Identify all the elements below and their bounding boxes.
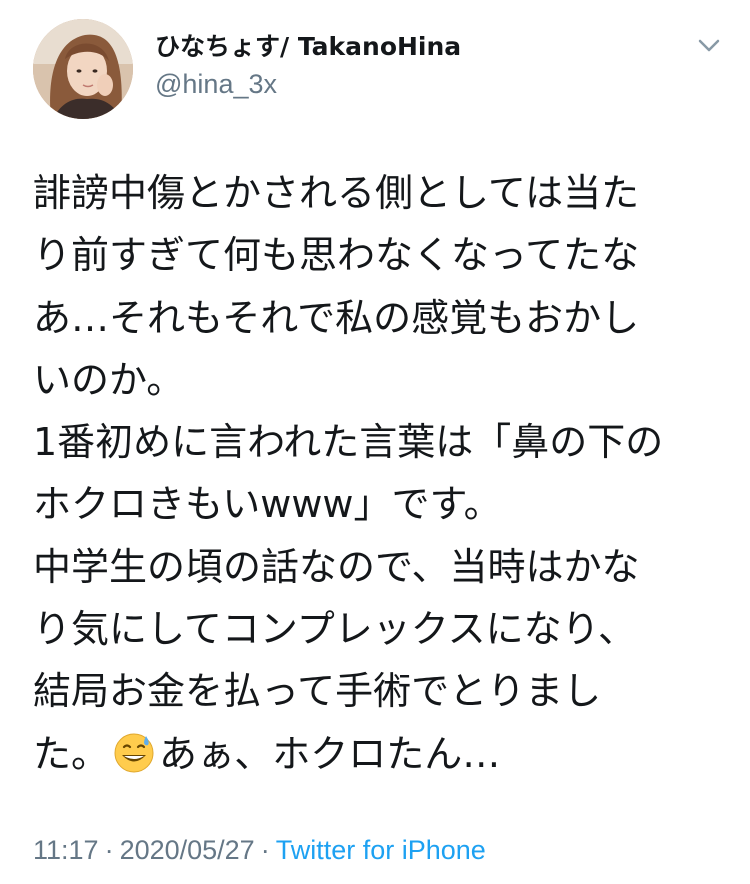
user-handle[interactable]: @hina_3x: [155, 67, 461, 101]
tweet-text-fragment: た。: [33, 731, 110, 776]
tweet-card: ひなちょす/ TakanoHina @hina_3x 誹謗中傷とかされる側として…: [0, 0, 750, 884]
tweet-date[interactable]: 2020/05/27: [120, 835, 255, 865]
tweet-time[interactable]: 11:17: [33, 835, 99, 865]
tweet-source-link[interactable]: Twitter for iPhone: [276, 835, 486, 865]
chevron-down-icon[interactable]: [694, 34, 724, 58]
meta-separator: ·: [260, 835, 270, 865]
tweet-text-line: いのか。: [33, 357, 185, 402]
grinning-face-with-sweat-icon: [113, 730, 155, 773]
tweet-text-line: 1番初めに言われた言葉は「鼻の下の: [33, 420, 664, 465]
tweet-text-line: 誹謗中傷とかされる側としては当た: [33, 171, 640, 215]
display-name[interactable]: ひなちょす/ TakanoHina: [155, 30, 461, 64]
tweet-text-line: ホクロきもいwww」です。: [33, 482, 502, 527]
tweet-text-fragment: あぁ、ホクロたん…: [159, 731, 501, 776]
tweet-text-line: り気にしてコンプレックスになり、: [33, 607, 637, 652]
tweet-text-line: 結局お金を払って手術でとりまし: [33, 669, 602, 714]
user-info: ひなちょす/ TakanoHina @hina_3x: [155, 30, 461, 101]
tweet-text-line: あ…それもそれで私の感覚もおかし: [33, 295, 640, 340]
tweet-text-line: り前すぎて何も思わなくなってたな: [33, 233, 640, 278]
tweet-meta: 11:17 · 2020/05/27 · Twitter for iPhone: [33, 832, 486, 868]
avatar[interactable]: [33, 19, 133, 119]
meta-separator: ·: [104, 835, 114, 865]
tweet-text-last-line: た。 あぁ、ホクロたん…: [33, 723, 723, 785]
tweet-text-line: 中学生の頃の話なので、当時はかな: [33, 544, 640, 589]
tweet-text: 誹謗中傷とかされる側としては当た り前すぎて何も思わなくなってたな あ…それもそ…: [33, 162, 723, 785]
avatar-photo: [33, 19, 133, 119]
